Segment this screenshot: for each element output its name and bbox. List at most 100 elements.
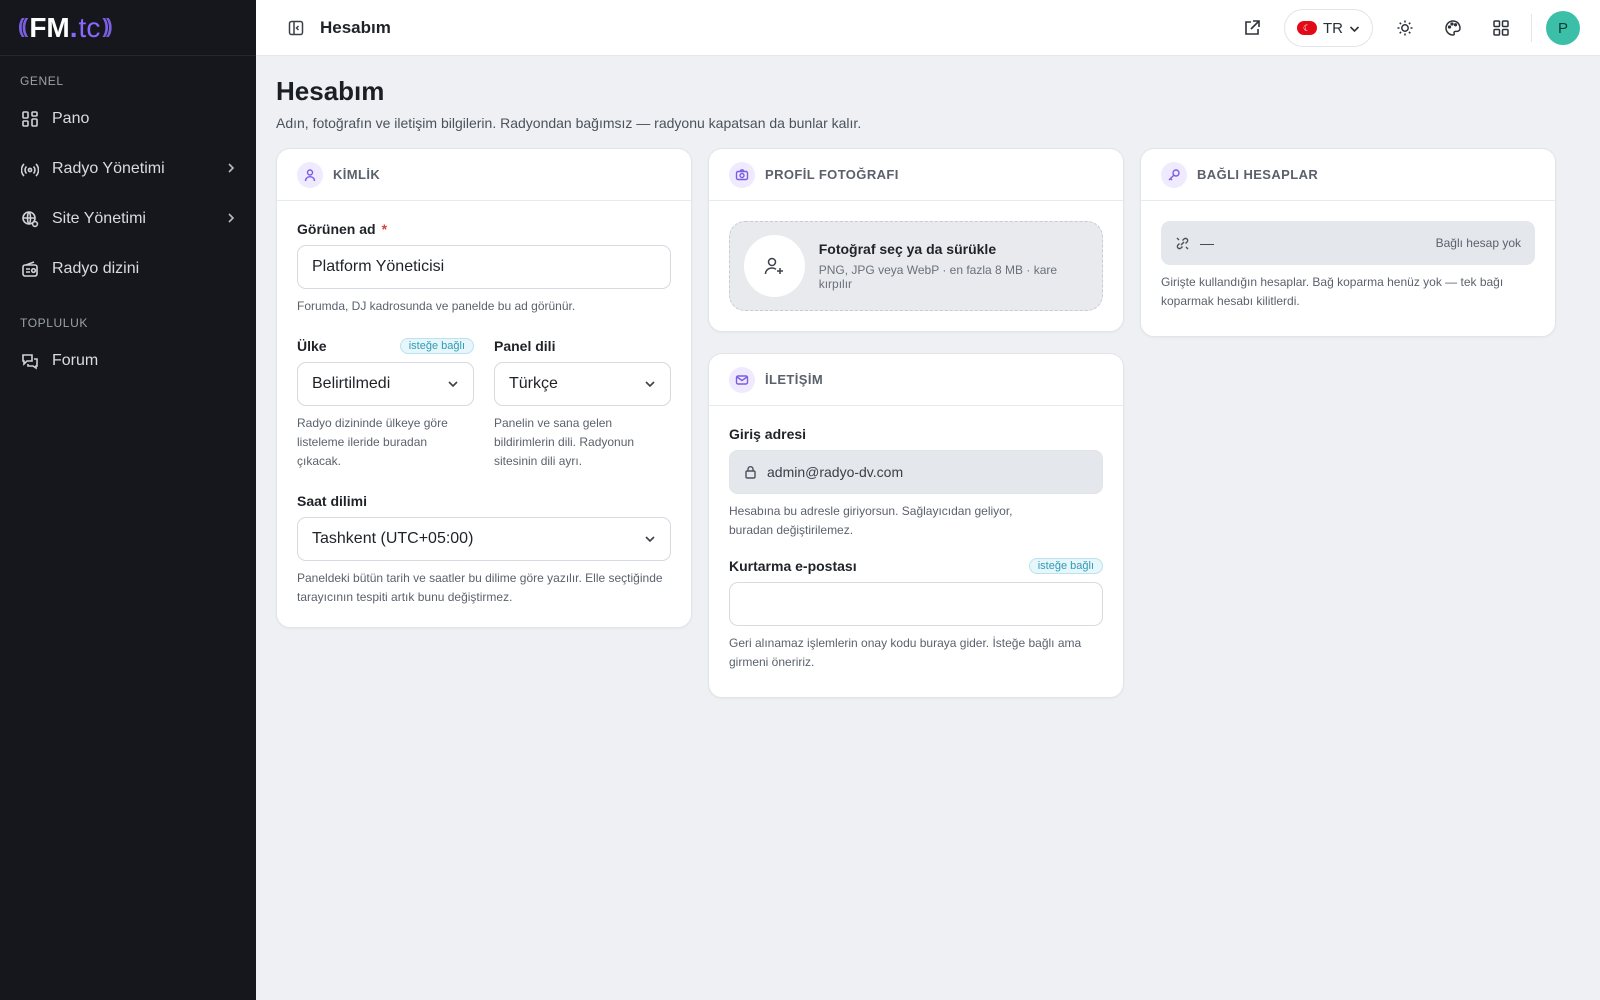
label-text: Görünen ad [297,221,376,237]
card-header: PROFİL FOTOĞRAFI [709,149,1123,201]
mail-icon [729,366,755,393]
card-title: PROFİL FOTOĞRAFI [765,167,899,182]
add-user-icon [744,235,805,297]
country-select[interactable]: Belirtilmedi [297,362,474,406]
signal-waves-right-icon: )) [102,16,112,38]
sidebar-item-radyo-yonetimi[interactable]: Radyo Yönetimi [0,144,256,194]
sidebar-toggle-button[interactable] [282,14,310,42]
timezone-value: Tashkent (UTC+05:00) [312,530,474,547]
panel-language-value: Türkçe [509,375,558,392]
required-mark: * [381,221,388,237]
sidebar-item-forum[interactable]: Forum [0,336,256,386]
card-header: KİMLİK [277,149,691,201]
external-link-icon [1245,20,1260,35]
logo-fm-text: FM [29,11,70,43]
timezone-select[interactable]: Tashkent (UTC+05:00) [297,517,671,561]
sidebar-item-pano[interactable]: Pano [0,94,256,144]
card-header: İLETİŞİM [709,354,1123,406]
dropzone-subtitle: PNG, JPG veya WebP · en fazla 8 MB · kar… [818,263,1058,291]
timezone-label: Saat dilimi [297,493,368,509]
palette-icon [1445,20,1461,36]
dropzone-title: Fotoğraf seç ya da sürükle [818,241,997,257]
display-name-help: Forumda, DJ kadrosunda ve panelde bu ad … [297,299,576,313]
signal-waves-left-icon: (( [18,16,28,38]
display-name-input[interactable]: Platform Yöneticisi [297,245,671,289]
sidebar-section-topluluk: TOPLULUK [20,316,88,330]
external-link-button[interactable] [1234,10,1270,46]
sidebar-item-label: Forum [52,352,99,369]
sidebar-item-label: Radyo Yönetimi [52,160,165,177]
broadcast-icon [20,159,40,179]
radio-icon [20,259,40,279]
key-icon [1161,161,1187,188]
avatar[interactable]: P [1546,11,1580,45]
profile-photo-card: PROFİL FOTOĞRAFI Fotoğraf seç ya da sürü… [708,148,1124,332]
photo-dropzone[interactable]: Fotoğraf seç ya da sürükle PNG, JPG veya… [729,221,1103,311]
linked-account-row: — Bağlı hesap yok [1161,221,1535,265]
recovery-email-input[interactable] [729,582,1103,626]
country-help: Radyo dizininde ülkeye göre listeleme il… [297,416,448,468]
divider [1531,14,1532,42]
palette-button[interactable] [1435,10,1471,46]
user-icon [297,161,323,188]
grid-icon [1493,20,1509,36]
chevron-down-icon [644,377,656,395]
login-address-help: Hesabına bu adresle giriyorsun. Sağlayıc… [729,504,1013,537]
turkey-flag-icon: ☾ [1297,21,1317,35]
page-title: Hesabım [276,76,385,106]
language-selector[interactable]: ☾ TR [1284,9,1373,47]
sidebar-item-label: Site Yönetimi [52,210,146,227]
login-address-label: Giriş adresi [729,426,807,442]
unlink-icon [1175,236,1190,251]
sidebar-item-label: Pano [52,110,90,127]
label-text: Kurtarma e-postası [729,558,857,574]
sun-icon [1397,20,1413,36]
recovery-email-label: Kurtarma e-postası isteğe bağlı [729,558,1103,574]
chevron-down-icon [1349,20,1360,37]
logo-dot: . [69,11,78,43]
card-header: BAĞLI HESAPLAR [1141,149,1555,201]
panel-language-help: Panelin ve sana gelen bildirimlerin dili… [494,416,635,468]
country-value: Belirtilmedi [312,375,391,392]
globe-settings-icon [20,209,40,229]
main-content: Hesabım Adın, fotoğrafın ve iletişim bil… [276,56,1576,131]
dashboard-icon [20,109,40,129]
topbar-title: Hesabım [320,17,391,37]
chevron-down-icon [447,377,459,395]
lock-icon [744,465,757,479]
linked-account-placeholder: — [1200,235,1214,251]
label-text: Ülke [297,338,327,354]
camera-icon [729,161,755,188]
sidebar-item-radyo-dizini[interactable]: Radyo dizini [0,244,256,294]
panel-language-select[interactable]: Türkçe [494,362,671,406]
brand-logo[interactable]: (( FM. tc )) [0,0,256,56]
sidebar-section-genel: GENEL [20,74,64,88]
forum-icon [20,351,40,371]
page-subtitle: Adın, fotoğrafın ve iletişim bilgilerin.… [276,115,862,131]
country-label: Ülke isteğe bağlı [297,338,474,354]
identity-card: KİMLİK Görünen ad * Platform Yöneticisi … [276,148,692,628]
topbar: Hesabım ☾ TR P [256,0,1600,56]
panel-language-label: Panel dili [494,338,556,354]
theme-toggle-button[interactable] [1387,10,1423,46]
timezone-help: Paneldeki bütün tarih ve saatler bu dili… [297,571,663,604]
optional-badge: isteğe bağlı [399,338,474,354]
logo-tc-text: tc [78,11,101,43]
linked-accounts-help: Girişte kullandığın hesaplar. Bağ koparm… [1161,275,1504,308]
display-name-label: Görünen ad * [297,221,671,237]
topbar-actions: ☾ TR P [1228,0,1600,56]
sidebar-item-site-yonetimi[interactable]: Site Yönetimi [0,194,256,244]
sidebar-item-label: Radyo dizini [52,260,140,277]
apps-grid-button[interactable] [1483,10,1519,46]
card-title: İLETİŞİM [765,372,824,387]
recovery-email-help: Geri alınamaz işlemlerin onay kodu buray… [729,636,1082,669]
login-address-value: admin@radyo-dv.com [767,464,904,480]
language-code: TR [1323,19,1343,37]
chevron-right-icon [226,211,236,227]
chevron-right-icon [226,161,236,177]
linked-accounts-card: BAĞLI HESAPLAR — Bağlı hesap yok Girişte… [1140,148,1556,337]
sidebar: (( FM. tc )) GENEL Pano Radyo Yönetimi Si… [0,0,256,1000]
card-title: KİMLİK [333,167,381,182]
login-address-field: admin@radyo-dv.com [729,450,1103,494]
chevron-down-icon [644,532,656,550]
